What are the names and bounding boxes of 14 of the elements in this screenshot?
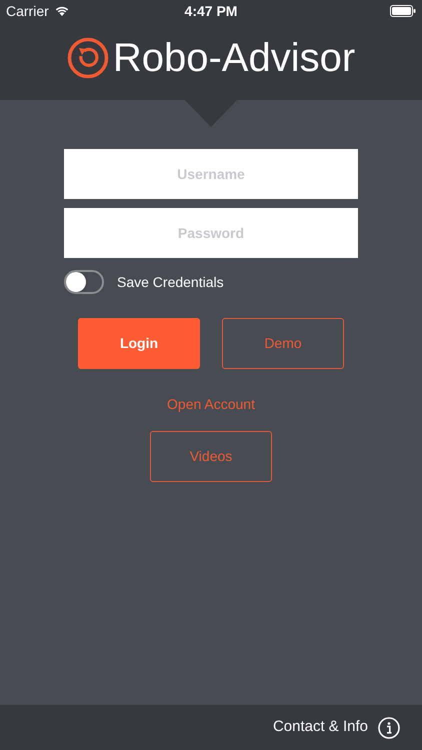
save-credentials-toggle[interactable]	[64, 270, 104, 294]
contact-info-link[interactable]: Contact & Info	[272, 716, 368, 739]
wifi-icon	[54, 5, 70, 17]
save-credentials-label: Save Credentials	[117, 272, 224, 292]
refresh-logo-icon	[66, 37, 109, 79]
videos-button[interactable]: Videos	[150, 431, 272, 482]
carrier-label: Carrier	[6, 2, 49, 20]
demo-button[interactable]: Demo	[222, 318, 344, 369]
clock-time: 4:47 PM	[184, 2, 238, 20]
login-button[interactable]: Login	[78, 318, 200, 369]
open-account-link[interactable]: Open Account	[167, 394, 255, 415]
app-title: Robo-Advisor	[112, 38, 356, 78]
info-icon[interactable]	[378, 716, 400, 738]
battery-icon	[390, 5, 416, 17]
